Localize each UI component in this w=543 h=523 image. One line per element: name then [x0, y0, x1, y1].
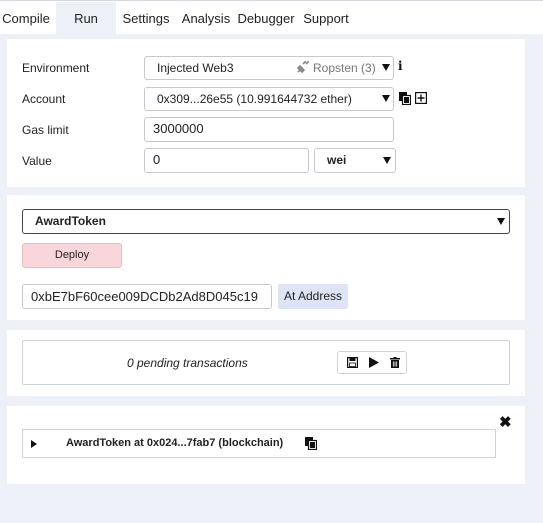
save-icon[interactable]: [347, 357, 358, 368]
trash-icon[interactable]: [390, 357, 400, 368]
info-icon[interactable]: i: [398, 59, 403, 73]
play-icon[interactable]: [369, 357, 379, 368]
transactions-toolbar: [337, 351, 407, 374]
at-address-button[interactable]: At Address: [278, 284, 348, 309]
tab-compile[interactable]: Compile: [0, 2, 52, 35]
account-label: Account: [22, 92, 66, 106]
copy-icon[interactable]: [399, 92, 411, 105]
instance-label: AwardToken at 0x024...7fab7 (blockchain): [66, 437, 284, 449]
triangle-right-icon[interactable]: [31, 440, 37, 448]
network-label: Ropsten (3): [313, 61, 376, 75]
copy-icon[interactable]: [305, 437, 317, 450]
deploy-button[interactable]: Deploy: [22, 243, 122, 268]
environment-label: Environment: [22, 61, 90, 75]
plug-icon: [296, 61, 309, 74]
tab-analysis[interactable]: Analysis: [180, 2, 232, 35]
contract-instance[interactable]: AwardToken at 0x024...7fab7 (blockchain): [22, 429, 496, 458]
chevron-down-icon: [382, 64, 390, 71]
contract-select[interactable]: AwardToken: [22, 209, 510, 234]
tab-settings[interactable]: Settings: [120, 2, 172, 35]
chevron-down-icon: [382, 95, 390, 102]
tab-debugger[interactable]: Debugger: [237, 2, 295, 35]
close-icon[interactable]: ✖: [499, 415, 512, 430]
chevron-down-icon: [497, 218, 505, 225]
value-label: Value: [22, 154, 52, 168]
contract-value: AwardToken: [35, 214, 106, 228]
tab-bar: Compile Run Settings Analysis Debugger S…: [0, 0, 543, 35]
account-value: 0x309...26e55 (10.991644732 ether): [157, 92, 352, 106]
value-input[interactable]: 0: [144, 148, 309, 173]
account-select[interactable]: 0x309...26e55 (10.991644732 ether): [144, 87, 394, 111]
gas-limit-label: Gas limit: [22, 123, 69, 137]
plus-square-icon[interactable]: [415, 92, 427, 104]
environment-select[interactable]: Injected Web3 Ropsten (3): [144, 56, 394, 80]
unit-value: wei: [327, 153, 347, 167]
environment-value: Injected Web3: [157, 61, 234, 75]
tab-run[interactable]: Run: [56, 2, 116, 35]
address-input[interactable]: 0xbE7bF60cee009DCDb2Ad8D045c19: [22, 284, 272, 309]
chevron-down-icon: [383, 157, 391, 164]
tab-support[interactable]: Support: [302, 2, 350, 35]
unit-select[interactable]: wei: [314, 148, 396, 173]
gas-limit-input[interactable]: 3000000: [144, 117, 394, 142]
transactions-box: 0 pending transactions: [22, 340, 510, 385]
pending-transactions-text: 0 pending transactions: [127, 356, 248, 370]
